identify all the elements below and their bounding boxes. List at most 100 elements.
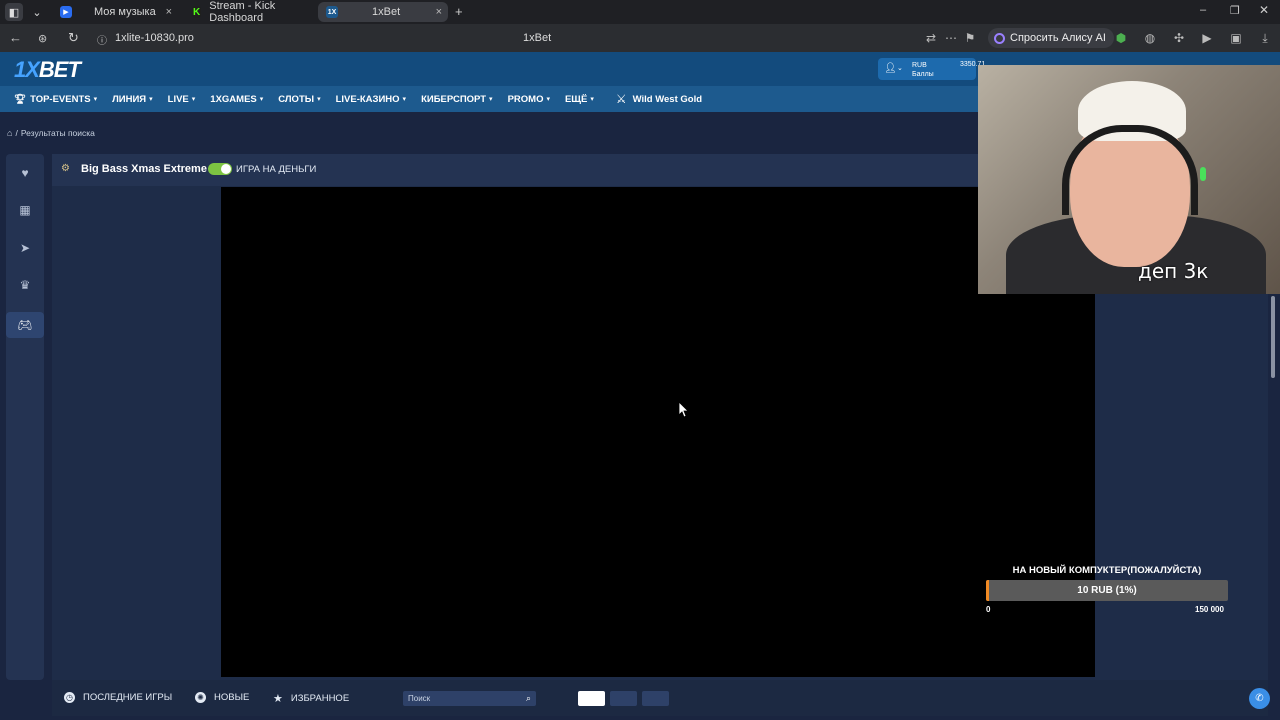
chevron-down-icon: ▾ <box>317 96 321 103</box>
window-restore-icon[interactable]: ❐ <box>1230 4 1240 17</box>
tournaments-trophy-icon[interactable]: ♛ <box>6 272 44 298</box>
home-icon[interactable]: ⌂ <box>7 128 12 138</box>
nav-label: ЕЩЁ <box>564 93 588 105</box>
music-favicon-icon: ▶ <box>60 6 72 18</box>
browser-menu-icon[interactable]: ◧ <box>5 3 23 21</box>
nav-label: 1XGAMES <box>210 93 257 105</box>
reload-icon[interactable]: ↻ <box>68 30 79 46</box>
nav-label: Wild West Gold <box>632 93 703 105</box>
page-scrollbar[interactable] <box>1271 296 1275 378</box>
nav-promo[interactable]: PROMO ▾ <box>508 94 550 105</box>
gamepad-icon[interactable]: 🎮︎ <box>6 312 44 338</box>
nav-label: TOP-EVENTS <box>30 93 91 105</box>
points-label: Баллы <box>912 71 934 78</box>
game-title: Big Bass Xmas Extreme <box>81 163 207 175</box>
window-close-icon[interactable]: ✕ <box>1259 3 1269 17</box>
pistol-icon: ⚔︎ <box>615 92 627 106</box>
game-canvas[interactable] <box>221 187 1095 677</box>
toggle-knob <box>221 164 231 174</box>
ask-alice-label: Спросить Алису AI <box>1010 32 1106 44</box>
nav-label: LIVE <box>167 93 189 105</box>
layout-single-button[interactable] <box>578 691 605 706</box>
collections-icon[interactable]: ▣ <box>1229 31 1243 45</box>
nav-label: КИБЕРСПОРТ <box>421 93 487 105</box>
chevron-down-icon: ▾ <box>259 96 264 103</box>
breadcrumb-current[interactable]: Результаты поиска <box>21 128 95 138</box>
download-icon[interactable]: ⤓ <box>1258 31 1272 45</box>
nav-label: ЛИНИЯ <box>112 93 147 105</box>
chevron-down-icon: ▾ <box>402 96 407 103</box>
shield-icon[interactable]: ⊛ <box>38 32 47 45</box>
currency-label: RUB <box>912 62 927 69</box>
left-sidebar: ♥ ▦ ➤ ♛ 🎮︎ <box>6 154 44 680</box>
nav-esports[interactable]: КИБЕРСПОРТ ▾ <box>421 94 493 105</box>
tab-label: Моя музыка <box>94 6 156 18</box>
media-icon[interactable]: ▶ <box>1200 31 1214 45</box>
alice-icon <box>994 32 1005 44</box>
tab-kick-dashboard[interactable]: K Stream - Kick Dashboard <box>184 0 312 24</box>
tab-label: Stream - Kick Dashboard <box>209 0 276 24</box>
url-field[interactable]: 1xlite-10830.pro <box>115 32 194 44</box>
game-search-input[interactable]: Поиск ⌕ <box>403 691 536 706</box>
back-icon[interactable]: ← <box>9 30 22 45</box>
more-icon[interactable]: ⋯ <box>944 31 958 45</box>
tab-close-icon[interactable]: × <box>436 6 442 18</box>
trophy-icon: 🏆︎ <box>14 93 27 105</box>
ask-alice-button[interactable]: Спросить Алису AI <box>988 28 1114 48</box>
new-badge-icon: ✺ <box>195 692 206 703</box>
real-money-toggle[interactable] <box>208 163 232 175</box>
1xbet-logo[interactable]: 1XBET <box>14 57 81 83</box>
nav-label: PROMO <box>507 93 544 105</box>
nav-top-events[interactable]: 🏆︎ TOP-EVENTS ▾ <box>14 94 97 105</box>
nav-wild-west-gold[interactable]: ⚔︎ Wild West Gold <box>616 92 702 106</box>
chevron-down-icon: ⌄ <box>897 65 903 72</box>
puzzle-icon[interactable]: ✣ <box>1172 31 1186 45</box>
nav-1xgames[interactable]: 1XGAMES ▾ <box>210 94 263 105</box>
breadcrumb-separator: / <box>15 128 18 138</box>
breadcrumb: ⌂ / Результаты поиска <box>7 128 95 138</box>
layout-double-button[interactable] <box>610 691 637 706</box>
new-games-tab[interactable]: ✺ НОВЫЕ <box>195 692 249 703</box>
clock-icon: ◷ <box>64 692 75 703</box>
nav-label: LIVE-КАЗИНО <box>335 93 400 105</box>
nav-more[interactable]: ЕЩЁ ▾ <box>565 94 594 105</box>
tab-music[interactable]: ▶ Моя музыка × <box>52 2 178 22</box>
promo-arrow-icon[interactable]: ➤ <box>6 235 44 261</box>
search-icon[interactable]: ⌕ <box>526 693 531 704</box>
tab-1xbet[interactable]: 1X 1xBet × <box>318 2 448 22</box>
tab-close-icon[interactable]: × <box>166 6 172 18</box>
chevron-down-icon: ▾ <box>590 96 594 103</box>
chevron-down-icon: ▾ <box>191 96 196 103</box>
bookmark-icon[interactable]: ⚑ <box>963 31 977 45</box>
window-minimize-icon[interactable]: – <box>1200 4 1206 16</box>
globe-icon[interactable]: ◍ <box>1143 31 1157 45</box>
nav-live[interactable]: LIVE ▾ <box>168 94 196 105</box>
tab-label: 1xBet <box>372 6 401 18</box>
nav-live-casino[interactable]: LIVE-КАЗИНО ▾ <box>336 94 406 105</box>
1xbet-favicon-icon: 1X <box>326 6 338 18</box>
layout-quad-button[interactable] <box>642 691 669 706</box>
logo-suffix: BET <box>38 57 81 82</box>
chevron-down-icon: ▾ <box>546 96 550 103</box>
tabs-dropdown-icon[interactable]: ⌄ <box>28 3 46 21</box>
games-grid-icon[interactable]: ▦ <box>6 197 44 223</box>
account-balance[interactable]: 👤︎ ⌄ RUB Баллы 3350.71 <box>878 58 985 80</box>
webcam-caption: деп 3к <box>1138 259 1209 283</box>
extension-icon[interactable]: ⬢ <box>1114 31 1128 45</box>
favorites-heart-icon[interactable]: ♥ <box>6 160 44 186</box>
webcam-overlay: деп 3к <box>978 65 1280 294</box>
site-info-icon[interactable]: ⓘ <box>97 32 107 47</box>
address-bar: ← ⊛ ↻ ⓘ 1xlite-10830.pro 1xBet ⇄ ⋯ ⚑ Спр… <box>0 24 1280 52</box>
recent-games-tab[interactable]: ◷ ПОСЛЕДНИЕ ИГРЫ <box>64 692 172 703</box>
headset-light <box>1200 167 1206 181</box>
chevron-down-icon: ▾ <box>149 96 153 103</box>
mouse-cursor-icon <box>679 402 689 418</box>
game-provider-icon: ⚙ <box>61 163 70 174</box>
chevron-down-icon: ▾ <box>93 96 98 103</box>
nav-slots[interactable]: СЛОТЫ ▾ <box>278 94 320 105</box>
translate-icon[interactable]: ⇄ <box>924 31 938 45</box>
new-tab-icon[interactable]: + <box>455 4 463 19</box>
nav-line[interactable]: ЛИНИЯ ▾ <box>112 94 153 105</box>
favorites-tab[interactable]: ★ ИЗБРАННОЕ <box>273 692 349 705</box>
support-chat-icon[interactable]: ✆ <box>1249 688 1270 709</box>
